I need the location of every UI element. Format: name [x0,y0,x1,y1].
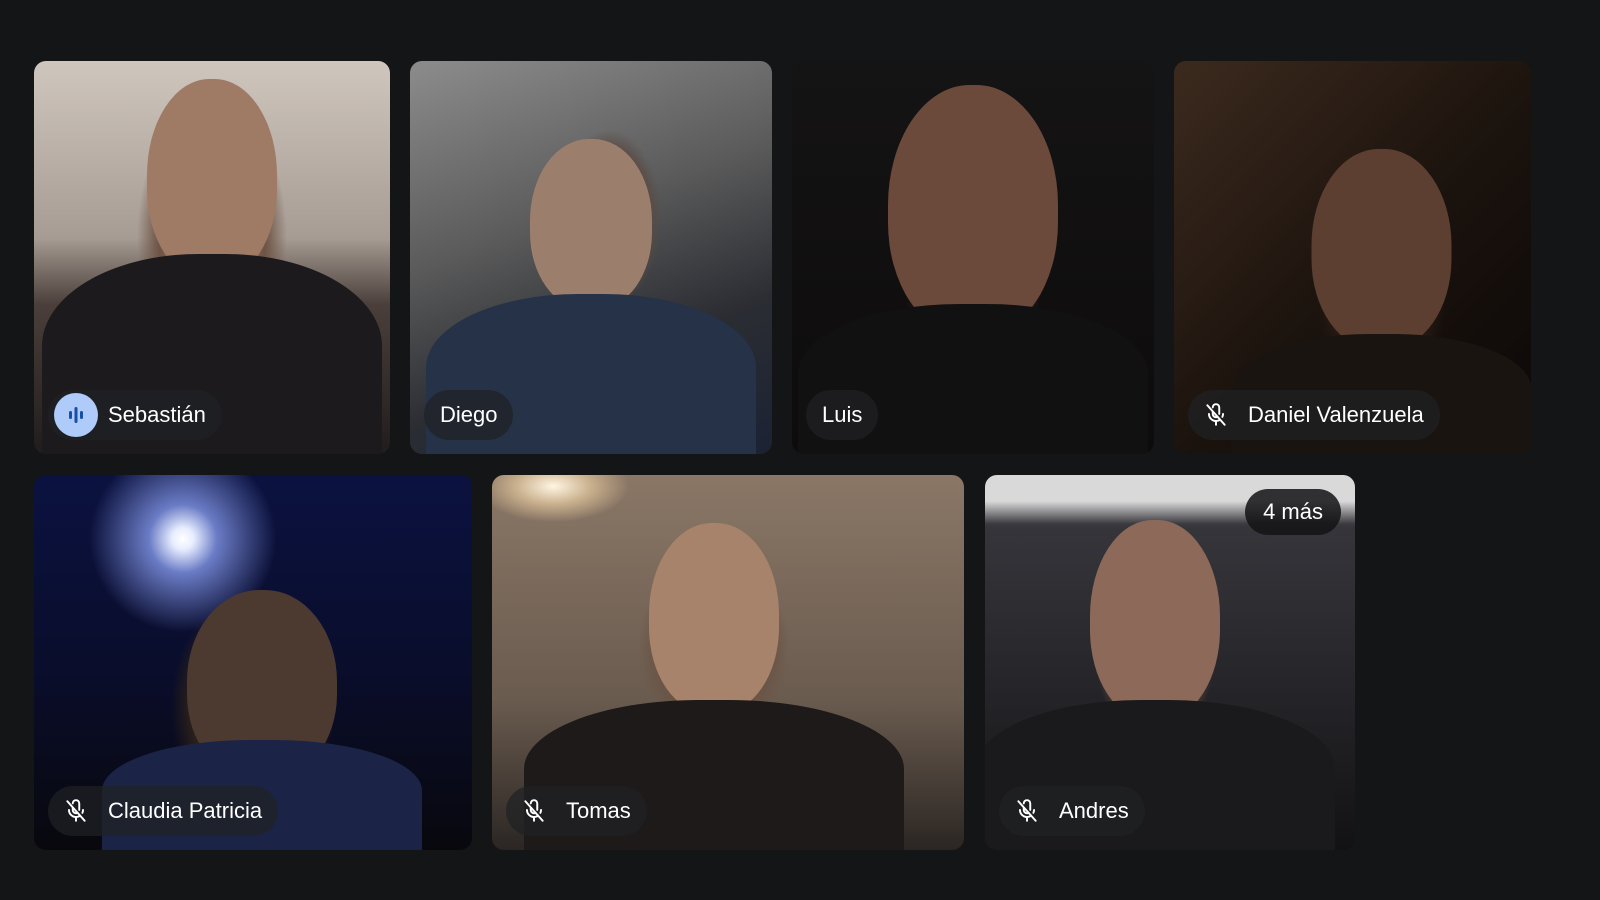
more-participants-button[interactable]: 4 más [1245,489,1341,535]
participant-name-chip: Claudia Patricia [48,786,279,836]
participant-tile-daniel-valenzuela[interactable]: Daniel Valenzuela [1174,61,1531,454]
participant-tile-sebastian[interactable]: Sebastián [34,61,390,454]
participant-tile-andres[interactable]: 4 más Andres [985,475,1355,850]
mic-off-icon [1005,789,1049,833]
participant-tile-diego[interactable]: Diego [410,61,772,454]
participant-name-chip: Sebastián [48,390,222,440]
participant-name-chip: Tomas [506,786,647,836]
participant-name: Tomas [566,798,631,823]
participant-tile-tomas[interactable]: Tomas [492,475,964,850]
mic-off-icon [512,789,556,833]
participant-name-chip: Daniel Valenzuela [1188,390,1440,440]
more-participants-label: 4 más [1263,499,1323,524]
participant-name: Sebastián [108,402,206,427]
participant-name: Daniel Valenzuela [1248,402,1424,427]
mic-off-icon [1194,393,1238,437]
participant-name: Claudia Patricia [108,798,263,823]
mic-off-icon [54,789,98,833]
participant-name-chip: Luis [806,390,879,440]
participant-name-chip: Andres [999,786,1145,836]
participant-name: Diego [440,402,498,427]
participant-name: Andres [1059,798,1129,823]
participant-name-chip: Diego [424,390,514,440]
participant-tile-luis[interactable]: Luis [792,61,1154,454]
participant-tile-claudia-patricia[interactable]: Claudia Patricia [34,475,472,850]
participant-name: Luis [822,402,863,427]
audio-wave-icon [54,393,98,437]
